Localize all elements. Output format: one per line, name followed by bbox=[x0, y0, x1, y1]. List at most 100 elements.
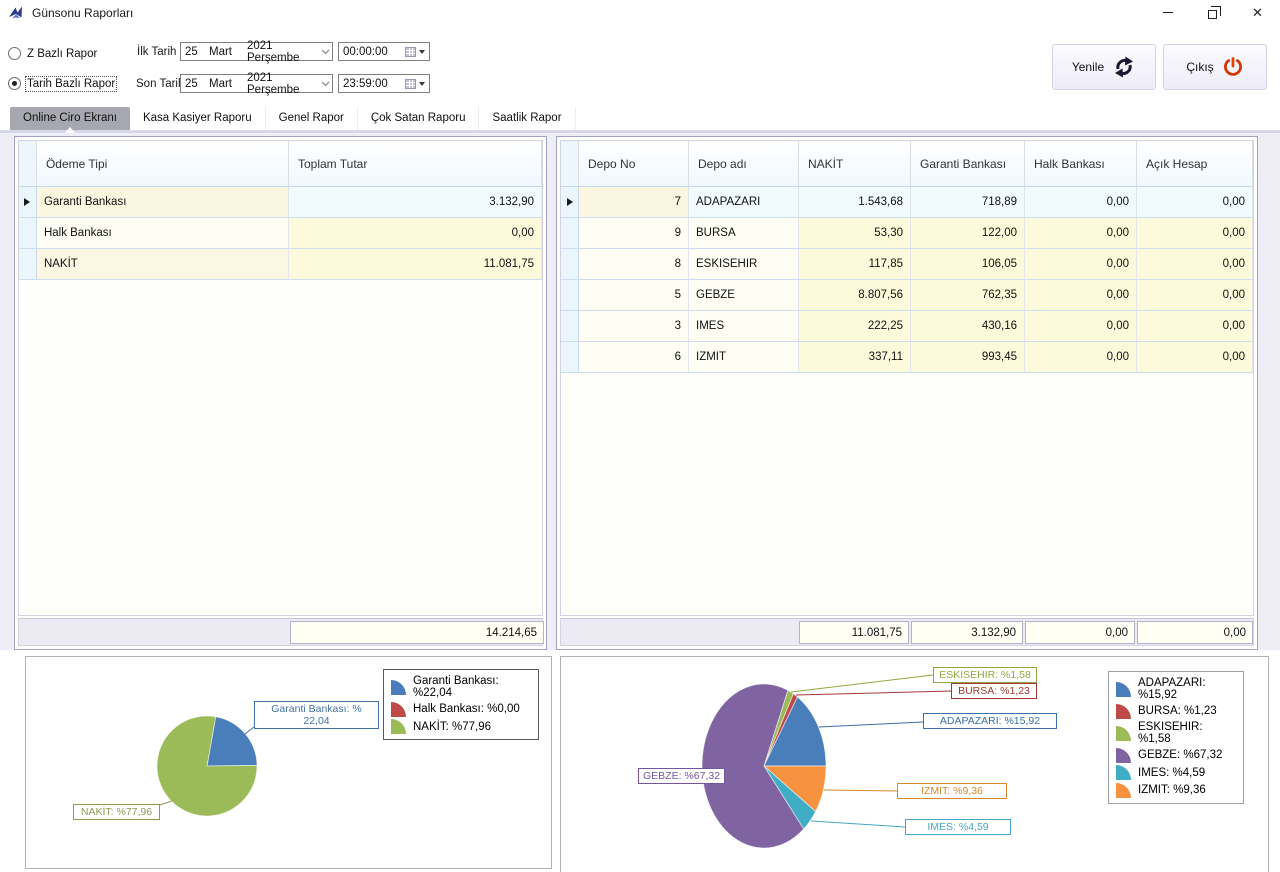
column-header-odeme-tipi[interactable]: Ödeme Tipi bbox=[36, 141, 289, 187]
radio-tarih-bazli-rapor[interactable]: Tarih Bazlı Rapor bbox=[8, 75, 118, 92]
cikis-button[interactable]: Çıkış bbox=[1163, 44, 1267, 90]
cell-name[interactable]: BURSA bbox=[689, 218, 799, 249]
cell-garanti[interactable]: 106,05 bbox=[911, 249, 1025, 280]
tab-online-ciro-ekranı[interactable]: Online Ciro Ekranı bbox=[10, 107, 130, 133]
date-day: 25 bbox=[185, 45, 198, 58]
chart-legend: ADAPAZARI: %15,92 BURSA: %1,23 ESKISEHIR: … bbox=[1108, 671, 1244, 804]
cell-acik[interactable]: 0,00 bbox=[1137, 249, 1253, 280]
table-row[interactable]: NAKİT 11.081,75 bbox=[19, 249, 542, 280]
table-row[interactable]: 6 IZMIT 337,11 993,45 0,00 0,00 bbox=[561, 342, 1253, 373]
cell-acik[interactable]: 0,00 bbox=[1137, 311, 1253, 342]
cell-garanti[interactable]: 718,89 bbox=[911, 187, 1025, 218]
callout-NAKİT: NAKİT: %77,96 bbox=[73, 804, 160, 821]
table-row[interactable]: 9 BURSA 53,30 122,00 0,00 0,00 bbox=[561, 218, 1253, 249]
cell-nakit[interactable]: 53,30 bbox=[799, 218, 911, 249]
payment-pie-chart-panel: Garanti Bankası: % 22,04 NAKİT: %77,96 Gar… bbox=[25, 656, 552, 869]
cell-nakit[interactable]: 1.543,68 bbox=[799, 187, 911, 218]
chevron-down-icon[interactable] bbox=[318, 81, 332, 87]
column-header-açık-hesap[interactable]: Açık Hesap bbox=[1137, 141, 1253, 187]
cell-garanti[interactable]: 430,16 bbox=[911, 311, 1025, 342]
cell-name[interactable]: ADAPAZARI bbox=[689, 187, 799, 218]
dropdown-arrow-icon[interactable] bbox=[419, 81, 425, 86]
cell-halk[interactable]: 0,00 bbox=[1025, 218, 1137, 249]
callout-IZMIT: IZMIT: %9,36 bbox=[897, 783, 1007, 800]
cell-toplam-tutar[interactable]: 3.132,90 bbox=[288, 187, 542, 218]
radio-z-bazli-rapor[interactable]: Z Bazlı Rapor bbox=[8, 47, 97, 60]
depot-table-footer: 11.081,75 3.132,90 0,00 0,00 bbox=[560, 618, 1254, 646]
cell-halk[interactable]: 0,00 bbox=[1025, 280, 1137, 311]
cell-no[interactable]: 8 bbox=[579, 249, 689, 280]
cell-no[interactable]: 6 bbox=[579, 342, 689, 373]
yenile-button[interactable]: Yenile bbox=[1052, 44, 1156, 90]
ilk-saat-time-picker[interactable]: 00:00:00 bbox=[338, 42, 430, 61]
radio-label: Tarih Bazlı Rapor bbox=[24, 75, 118, 92]
cell-acik[interactable]: 0,00 bbox=[1137, 342, 1253, 373]
cell-halk[interactable]: 0,00 bbox=[1025, 311, 1137, 342]
cell-halk[interactable]: 0,00 bbox=[1025, 249, 1137, 280]
date-day: 25 bbox=[185, 77, 198, 90]
cell-no[interactable]: 5 bbox=[579, 280, 689, 311]
legend-item-ESKISEHIR: ESKISEHIR: %1,58 bbox=[1116, 721, 1236, 745]
column-header-naki̇t[interactable]: NAKİT bbox=[799, 141, 911, 187]
cell-garanti[interactable]: 993,45 bbox=[911, 342, 1025, 373]
calendar-icon[interactable] bbox=[405, 78, 416, 89]
table-row[interactable]: Halk Bankası 0,00 bbox=[19, 218, 542, 249]
cell-nakit[interactable]: 222,25 bbox=[799, 311, 911, 342]
cell-nakit[interactable]: 117,85 bbox=[799, 249, 911, 280]
cell-nakit[interactable]: 337,11 bbox=[799, 342, 911, 373]
restore-button[interactable] bbox=[1190, 0, 1235, 25]
row-indicator-cell bbox=[561, 249, 579, 280]
cell-halk[interactable]: 0,00 bbox=[1025, 342, 1137, 373]
header-row: Depo No Depo adı NAKİT Garanti Bankası Halk … bbox=[561, 141, 1253, 187]
column-header-halk-bankası[interactable]: Halk Bankası bbox=[1025, 141, 1137, 187]
tab-kasa-kasiyer-raporu[interactable]: Kasa Kasiyer Raporu bbox=[129, 107, 266, 130]
cell-no[interactable]: 9 bbox=[579, 218, 689, 249]
cell-acik[interactable]: 0,00 bbox=[1137, 187, 1253, 218]
cell-nakit[interactable]: 8.807,56 bbox=[799, 280, 911, 311]
column-header-depo-adı[interactable]: Depo adı bbox=[689, 141, 799, 187]
app-icon bbox=[9, 6, 22, 18]
cell-odeme-tipi[interactable]: NAKİT bbox=[36, 249, 289, 280]
son-tarih-date-picker[interactable]: 25 Mart 2021 Perşembe bbox=[180, 72, 333, 96]
minimize-button[interactable] bbox=[1145, 0, 1190, 25]
cell-name[interactable]: IZMIT bbox=[689, 342, 799, 373]
cell-halk[interactable]: 0,00 bbox=[1025, 187, 1137, 218]
calendar-icon[interactable] bbox=[405, 46, 416, 57]
cell-no[interactable]: 7 bbox=[579, 187, 689, 218]
cell-no[interactable]: 3 bbox=[579, 311, 689, 342]
close-button[interactable]: ✕ bbox=[1235, 0, 1280, 25]
table-row[interactable]: 5 GEBZE 8.807,56 762,35 0,00 0,00 bbox=[561, 280, 1253, 311]
table-row[interactable]: Garanti Bankası 3.132,90 bbox=[19, 187, 542, 218]
cell-garanti[interactable]: 122,00 bbox=[911, 218, 1025, 249]
table-row[interactable]: 3 IMES 222,25 430,16 0,00 0,00 bbox=[561, 311, 1253, 342]
cell-name[interactable]: GEBZE bbox=[689, 280, 799, 311]
column-header-depo-no[interactable]: Depo No bbox=[579, 141, 689, 187]
cell-toplam-tutar[interactable]: 0,00 bbox=[288, 218, 542, 249]
cell-name[interactable]: IMES bbox=[689, 311, 799, 342]
cell-garanti[interactable]: 762,35 bbox=[911, 280, 1025, 311]
tab-saatlik-rapor[interactable]: Saatlik Rapor bbox=[479, 107, 576, 130]
row-indicator-cell bbox=[561, 280, 579, 311]
legend-item-ADAPAZARI: ADAPAZARI: %15,92 bbox=[1116, 677, 1236, 701]
cell-odeme-tipi[interactable]: Garanti Bankası bbox=[36, 187, 289, 218]
legend-swatch-icon bbox=[1116, 747, 1131, 763]
tab-genel-rapor[interactable]: Genel Rapor bbox=[265, 107, 358, 130]
chevron-down-icon[interactable] bbox=[318, 49, 332, 55]
dropdown-arrow-icon[interactable] bbox=[419, 49, 425, 54]
cell-acik[interactable]: 0,00 bbox=[1137, 218, 1253, 249]
table-row[interactable]: 8 ESKISEHIR 117,85 106,05 0,00 0,00 bbox=[561, 249, 1253, 280]
column-header-toplam-tutar[interactable]: Toplam Tutar bbox=[288, 141, 542, 187]
cell-odeme-tipi[interactable]: Halk Bankası bbox=[36, 218, 289, 249]
callout-Garanti Bankası: Garanti Bankası: % 22,04 bbox=[254, 701, 379, 730]
ilk-tarih-date-picker[interactable]: 25 Mart 2021 Perşembe bbox=[180, 40, 333, 64]
cell-name[interactable]: ESKISEHIR bbox=[689, 249, 799, 280]
son-saat-time-picker[interactable]: 23:59:00 bbox=[338, 74, 430, 93]
depot-total-2: 0,00 bbox=[1025, 621, 1135, 644]
column-header-garanti-bankası[interactable]: Garanti Bankası bbox=[911, 141, 1025, 187]
tab-çok-satan-raporu[interactable]: Çok Satan Raporu bbox=[357, 107, 480, 130]
cell-acik[interactable]: 0,00 bbox=[1137, 280, 1253, 311]
legend-label: ADAPAZARI: %15,92 bbox=[1138, 677, 1206, 701]
row-indicator-cell bbox=[561, 342, 579, 373]
table-row[interactable]: 7 ADAPAZARI 1.543,68 718,89 0,00 0,00 bbox=[561, 187, 1253, 218]
cell-toplam-tutar[interactable]: 11.081,75 bbox=[288, 249, 542, 280]
